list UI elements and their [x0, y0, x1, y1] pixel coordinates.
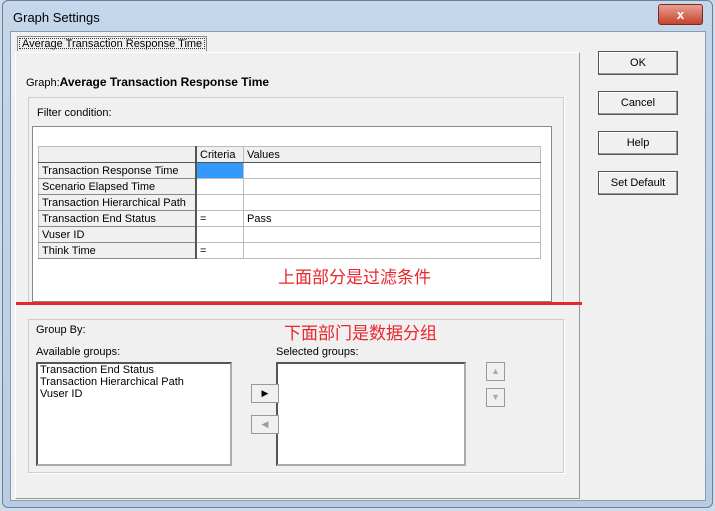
field-name: Scenario Elapsed Time [38, 178, 197, 195]
cancel-button[interactable]: Cancel [598, 91, 678, 115]
field-name: Transaction Hierarchical Path [38, 194, 197, 211]
filter-row[interactable]: Transaction Response Time [38, 162, 541, 179]
value-cell[interactable] [243, 242, 541, 259]
annotation-divider [16, 302, 582, 305]
graph-name: Average Transaction Response Time [59, 75, 270, 89]
selected-groups-label: Selected groups: [276, 346, 359, 358]
graph-label: Graph:Average Transaction Response Time [26, 75, 269, 89]
filter-row[interactable]: Think Time = [38, 242, 541, 259]
move-up-button[interactable]: ▲ [486, 362, 505, 381]
window-title: Graph Settings [13, 10, 100, 25]
filter-table: Criteria Values Transaction Response Time S… [38, 146, 541, 259]
value-cell[interactable] [243, 226, 541, 243]
dialog-client: Average Transaction Response Time Graph:… [10, 31, 706, 501]
annotation-top: 上面部分是过滤条件 [278, 268, 431, 287]
value-cell[interactable] [243, 162, 541, 179]
add-group-button[interactable]: ▶ [251, 384, 279, 403]
filter-header-row: Criteria Values [38, 146, 541, 163]
selected-groups-list[interactable] [276, 362, 466, 466]
value-cell[interactable]: Pass [243, 210, 541, 227]
column-header [38, 146, 197, 163]
filter-row[interactable]: Transaction End Status = Pass [38, 210, 541, 227]
list-item[interactable]: Transaction Hierarchical Path [40, 376, 228, 388]
graph-settings-dialog: Graph Settings x Average Transaction Res… [2, 0, 713, 508]
annotation-bottom: 下面部门是数据分组 [284, 324, 437, 343]
field-name: Think Time [38, 242, 197, 259]
field-name: Transaction Response Time [38, 162, 197, 179]
filter-row[interactable]: Scenario Elapsed Time [38, 178, 541, 195]
ok-button[interactable]: OK [598, 51, 678, 75]
criteria-cell[interactable] [195, 194, 244, 211]
available-groups-list[interactable]: Transaction End Status Transaction Hierar… [36, 362, 232, 466]
set-default-button[interactable]: Set Default [598, 171, 678, 195]
close-button[interactable]: x [658, 4, 703, 25]
criteria-cell[interactable]: = [195, 210, 244, 227]
tab-page: Graph:Average Transaction Response Time … [15, 52, 582, 499]
list-item[interactable]: Vuser ID [40, 388, 228, 400]
field-name: Transaction End Status [38, 210, 197, 227]
filter-condition-label: Filter condition: [37, 107, 112, 119]
graph-caption: Graph: [26, 77, 60, 89]
criteria-cell[interactable] [195, 178, 244, 195]
filter-row[interactable]: Vuser ID [38, 226, 541, 243]
help-button[interactable]: Help [598, 131, 678, 155]
criteria-cell[interactable] [195, 226, 244, 243]
available-groups-label: Available groups: [36, 346, 121, 358]
criteria-cell[interactable] [195, 162, 244, 179]
column-header: Values [243, 146, 541, 163]
filter-row[interactable]: Transaction Hierarchical Path [38, 194, 541, 211]
column-header: Criteria [195, 146, 244, 163]
value-cell[interactable] [243, 178, 541, 195]
move-down-button[interactable]: ▼ [486, 388, 505, 407]
remove-group-button[interactable]: ◀ [251, 415, 279, 434]
value-cell[interactable] [243, 194, 541, 211]
list-item[interactable]: Transaction End Status [40, 364, 228, 376]
field-name: Vuser ID [38, 226, 197, 243]
criteria-cell[interactable]: = [195, 242, 244, 259]
group-by-label: Group By: [36, 324, 86, 336]
tab-average-transaction-response-time[interactable]: Average Transaction Response Time [17, 36, 208, 51]
